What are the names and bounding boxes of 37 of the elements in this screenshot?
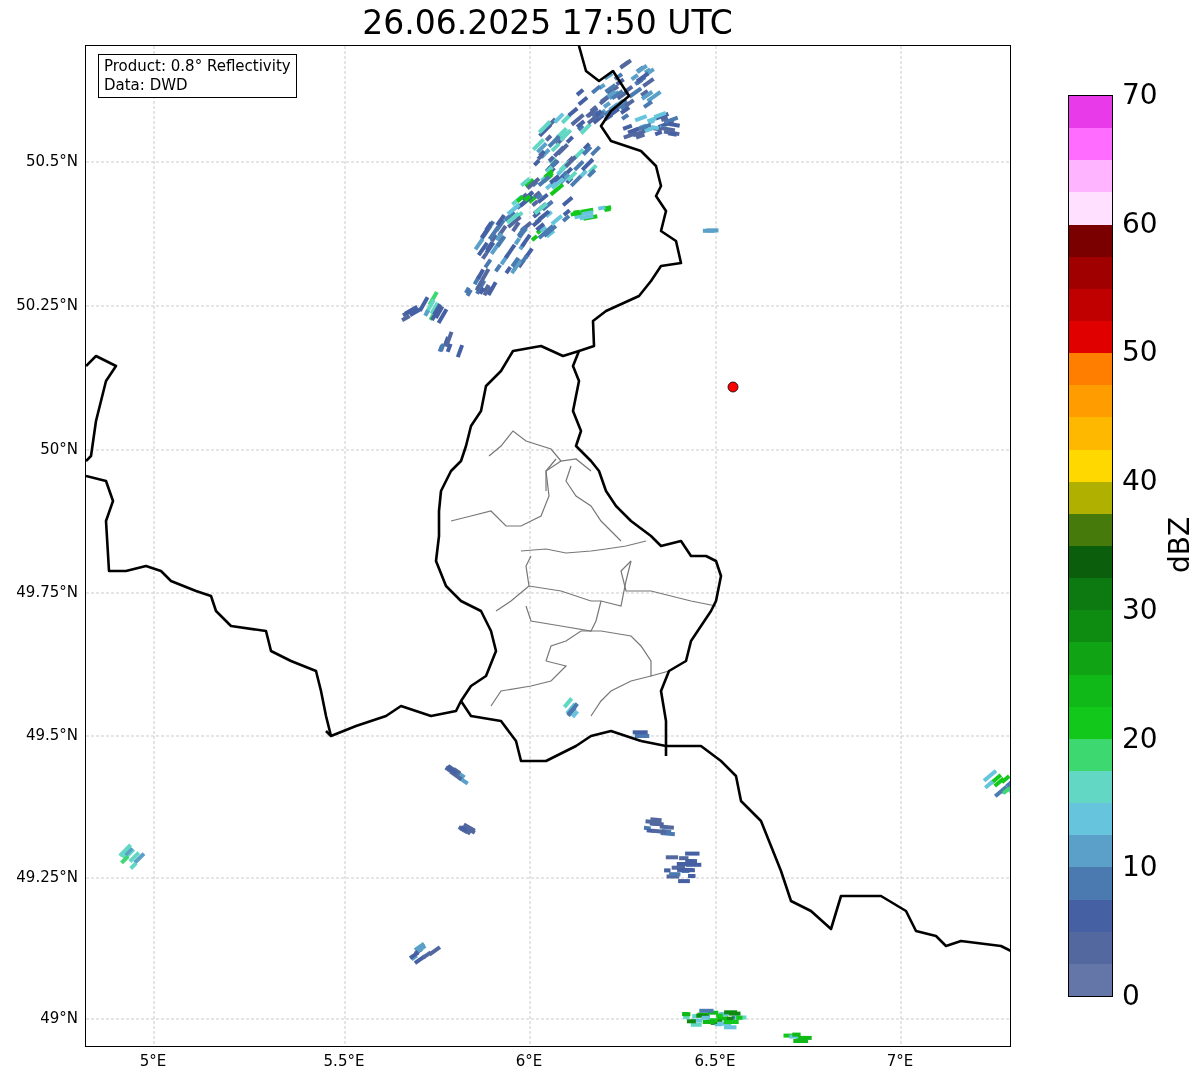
radar-echo	[118, 843, 146, 870]
latitude-label: 49.75°N	[15, 583, 78, 601]
radar-echo	[632, 730, 650, 738]
radar-echo	[664, 851, 702, 884]
radar-echo	[783, 1032, 812, 1043]
colorbar-tick-label: 30	[1122, 593, 1158, 626]
colorbar-tick-label: 40	[1122, 465, 1158, 498]
longitude-label: 6.5°E	[693, 1052, 737, 1070]
radar-echo	[444, 764, 469, 786]
latitude-label: 49.25°N	[15, 868, 78, 886]
radar-echo	[643, 817, 675, 837]
latitude-label: 50.25°N	[15, 296, 78, 314]
latitude-label: 50.5°N	[24, 152, 78, 170]
radar-echo	[682, 1008, 747, 1030]
radar-echo	[457, 822, 476, 836]
radar-echo	[408, 942, 442, 965]
colorbar-label: dBZ	[1163, 515, 1197, 575]
colorbar-tick-label: 50	[1122, 336, 1158, 369]
latitude-label: 50°N	[39, 440, 78, 458]
longitude-label: 7°E	[885, 1052, 915, 1070]
radar-echo	[562, 697, 579, 719]
colorbar-tick-label: 10	[1122, 851, 1158, 884]
chart-title: 26.06.2025 17:50 UTC	[361, 3, 734, 43]
radar-echo	[702, 228, 719, 233]
colorbar-tick-label: 0	[1122, 980, 1140, 1012]
radar-echo	[982, 769, 1010, 798]
info-box: Product: 0.8° Reflectivity Data: DWD	[98, 54, 297, 98]
colorbar-tick-label: 60	[1122, 207, 1158, 240]
colorbar-tick-label: 70	[1122, 79, 1158, 111]
colorbar-tick-label: 20	[1122, 722, 1158, 755]
latitude-label: 49.5°N	[24, 726, 78, 744]
longitude-label: 5°E	[138, 1052, 168, 1070]
location-marker	[727, 381, 739, 393]
longitude-label: 6°E	[514, 1052, 544, 1070]
longitude-label: 5.5°E	[322, 1052, 366, 1070]
radar-echo	[437, 331, 465, 358]
latitude-label: 49°N	[39, 1009, 78, 1027]
